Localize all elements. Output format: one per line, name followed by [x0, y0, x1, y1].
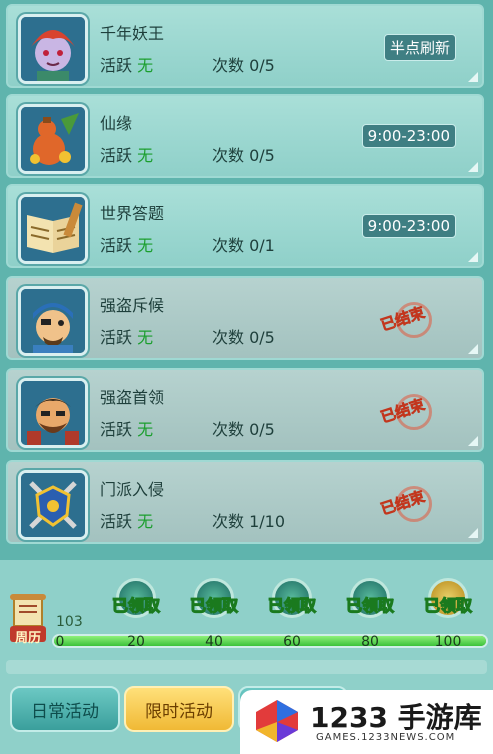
count-label: 次数	[212, 56, 245, 75]
active-label: 活跃	[100, 236, 133, 255]
activity-title: 仙缘	[100, 114, 133, 133]
schedule-badge: 9:00-23:00	[361, 214, 456, 238]
count-label: 次数	[212, 512, 245, 531]
bandit-scout-portrait-icon	[18, 286, 88, 356]
count-value: 0/5	[249, 146, 275, 165]
corner-decoration	[468, 344, 478, 354]
active-stat: 活跃 无	[100, 232, 153, 256]
schedule-badge: 半点刷新	[383, 34, 456, 61]
count-stat: 次数 0/5	[212, 324, 275, 348]
progress-tick-80: 80	[361, 634, 379, 650]
count-stat: 次数 0/1	[212, 232, 275, 256]
count-label: 次数	[212, 420, 245, 439]
active-value: 无	[137, 512, 154, 531]
calendar-label: 周历	[14, 631, 41, 646]
reward-claimed-label: 已领取	[111, 595, 160, 615]
weekly-calendar-button[interactable]: 周历	[8, 594, 48, 646]
reward-chest-100[interactable]: 已领取	[419, 578, 477, 628]
watermark-url: GAMES.1233NEWS.COM	[316, 732, 456, 743]
active-stat: 活跃 无	[100, 142, 153, 166]
activity-card-bandit-chief[interactable]: 强盗首领 活跃 无 次数 0/5 已结束	[6, 368, 484, 452]
active-label: 活跃	[100, 420, 133, 439]
activity-score: 103	[56, 614, 83, 630]
activity-title: 强盗斥候	[100, 296, 165, 315]
corner-decoration	[468, 436, 478, 446]
corner-decoration	[468, 162, 478, 172]
progress-tick-60: 60	[283, 634, 301, 650]
active-stat: 活跃 无	[100, 416, 153, 440]
active-value: 无	[137, 146, 154, 165]
progress-tick-0: 0	[55, 634, 65, 650]
active-value: 无	[137, 56, 154, 75]
count-value: 0/5	[249, 56, 275, 75]
activity-title: 门派入侵	[100, 480, 165, 499]
tab-limited-activities[interactable]: 限时活动	[124, 686, 234, 732]
count-stat: 次数 1/10	[212, 508, 285, 532]
count-value: 1/10	[249, 512, 286, 531]
activity-title: 世界答题	[100, 204, 165, 223]
demon-king-portrait-icon	[18, 14, 88, 84]
corner-decoration	[468, 528, 478, 538]
site-logo-icon	[256, 700, 298, 742]
reward-claimed-label: 已领取	[345, 595, 394, 615]
ended-stamp: 已结束	[378, 392, 442, 432]
active-label: 活跃	[100, 328, 133, 347]
progress-fill	[54, 636, 486, 646]
active-value: 无	[137, 236, 154, 255]
count-value: 0/1	[249, 236, 275, 255]
progress-tick-40: 40	[205, 634, 223, 650]
treasure-gourd-icon	[18, 104, 88, 174]
count-stat: 次数 0/5	[212, 142, 275, 166]
corner-decoration	[468, 72, 478, 82]
count-label: 次数	[212, 328, 245, 347]
watermark-brand: 1233 手游库	[310, 701, 482, 734]
active-stat: 活跃 无	[100, 324, 153, 348]
reward-chest-60[interactable]: 已领取	[263, 578, 321, 628]
active-value: 无	[137, 420, 154, 439]
active-stat: 活跃 无	[100, 52, 153, 76]
activity-progress-bar	[52, 634, 488, 648]
active-label: 活跃	[100, 146, 133, 165]
active-stat: 活跃 无	[100, 508, 153, 532]
ended-stamp: 已结束	[378, 484, 442, 524]
count-stat: 次数 0/5	[212, 416, 275, 440]
watermark: 1233 手游库 GAMES.1233NEWS.COM	[240, 690, 493, 754]
bandit-chief-portrait-icon	[18, 378, 88, 448]
tab-daily-activities[interactable]: 日常活动	[10, 686, 120, 732]
reward-chest-20[interactable]: 已领取	[107, 578, 165, 628]
count-label: 次数	[212, 236, 245, 255]
activity-card-sect-invasion[interactable]: 门派入侵 活跃 无 次数 1/10 已结束	[6, 460, 484, 544]
crossed-swords-shield-icon	[18, 470, 88, 540]
active-label: 活跃	[100, 512, 133, 531]
reward-chest-80[interactable]: 已领取	[341, 578, 399, 628]
progress-tick-100: 100	[434, 634, 462, 650]
reward-claimed-label: 已领取	[423, 595, 472, 615]
reward-claimed-label: 已领取	[189, 595, 238, 615]
active-label: 活跃	[100, 56, 133, 75]
activity-card-bandit-scout[interactable]: 强盗斥候 活跃 无 次数 0/5 已结束	[6, 276, 484, 360]
count-value: 0/5	[249, 420, 275, 439]
activity-title: 千年妖王	[100, 24, 165, 43]
activity-list: 千年妖王 活跃 无 次数 0/5 半点刷新 仙缘 活跃 无 次数 0/5 9:0…	[0, 0, 493, 560]
corner-decoration	[468, 252, 478, 262]
reward-claimed-label: 已领取	[267, 595, 316, 615]
book-scroll-icon	[18, 194, 88, 264]
progress-tick-20: 20	[127, 634, 145, 650]
activity-card-xianyuan[interactable]: 仙缘 活跃 无 次数 0/5 9:00-23:00	[6, 94, 484, 178]
reward-chest-40[interactable]: 已领取	[185, 578, 243, 628]
activity-title: 强盗首领	[100, 388, 165, 407]
count-value: 0/5	[249, 328, 275, 347]
divider-bar	[6, 660, 487, 674]
count-stat: 次数 0/5	[212, 52, 275, 76]
activity-card-world-quiz[interactable]: 世界答题 活跃 无 次数 0/1 9:00-23:00	[6, 184, 484, 268]
activity-card-demon-king[interactable]: 千年妖王 活跃 无 次数 0/5 半点刷新	[6, 4, 484, 88]
active-value: 无	[137, 328, 154, 347]
schedule-badge: 9:00-23:00	[361, 124, 456, 148]
ended-stamp: 已结束	[378, 300, 442, 340]
count-label: 次数	[212, 146, 245, 165]
